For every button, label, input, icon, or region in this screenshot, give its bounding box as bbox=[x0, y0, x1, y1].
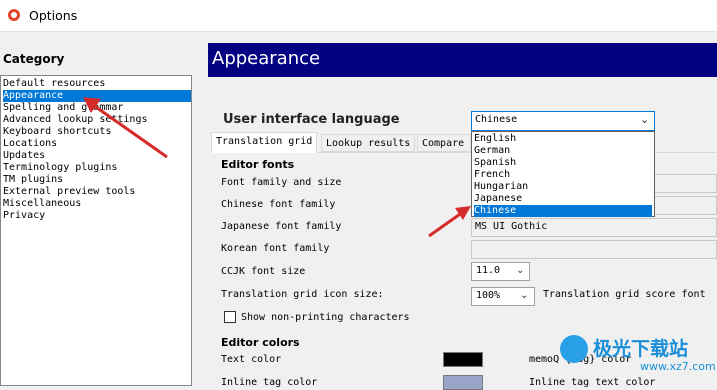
category-item-miscellaneous[interactable]: Miscellaneous bbox=[3, 198, 191, 210]
language-option-english[interactable]: English bbox=[474, 133, 652, 145]
watermark-url: www.xz7.com bbox=[640, 360, 716, 373]
grid-icon-size-value: 100% bbox=[476, 290, 501, 301]
editor-colors-title: Editor colors bbox=[221, 336, 300, 349]
editor-fonts-title: Editor fonts bbox=[221, 158, 295, 171]
watermark-logo-icon bbox=[560, 335, 588, 363]
korean-font-label: Korean font family bbox=[221, 243, 330, 254]
window-title: Options bbox=[29, 8, 78, 23]
language-option-german[interactable]: German bbox=[474, 145, 652, 157]
chevron-down-icon[interactable]: ⌄ bbox=[640, 113, 649, 126]
app-icon bbox=[8, 9, 20, 21]
chevron-down-icon: ⌄ bbox=[516, 265, 525, 276]
tab-translation-grid[interactable]: Translation grid bbox=[211, 132, 318, 153]
language-option-french[interactable]: French bbox=[474, 169, 652, 181]
text-color-label: Text color bbox=[221, 354, 282, 365]
category-item-external-preview[interactable]: External preview tools bbox=[3, 186, 191, 198]
ui-language-label: User interface language bbox=[223, 112, 400, 127]
korean-font-field[interactable] bbox=[471, 240, 717, 259]
ui-language-dropdown[interactable]: English German Spanish French Hungarian … bbox=[471, 131, 655, 217]
text-color-swatch[interactable] bbox=[443, 352, 483, 367]
tab-compare[interactable]: Compare bbox=[417, 134, 471, 152]
inline-tag-text-color-label: Inline tag text color bbox=[529, 377, 656, 388]
annotation-arrow-icon bbox=[428, 206, 471, 238]
chinese-font-label: Chinese font family bbox=[221, 199, 336, 210]
language-option-japanese[interactable]: Japanese bbox=[474, 193, 652, 205]
inline-tag-color-swatch[interactable] bbox=[443, 375, 483, 390]
language-option-hungarian[interactable]: Hungarian bbox=[474, 181, 652, 193]
ccjk-font-size-label: CCJK font size bbox=[221, 266, 306, 277]
ccjk-font-size-value: 11.0 bbox=[476, 265, 501, 276]
grid-icon-size-label: Translation grid icon size: bbox=[221, 289, 384, 300]
japanese-font-value: MS UI Gothic bbox=[475, 221, 548, 232]
language-option-chinese[interactable]: Chinese bbox=[474, 205, 652, 217]
chevron-down-icon: ⌄ bbox=[520, 290, 529, 301]
watermark-text: 极光下载站 bbox=[593, 338, 689, 360]
japanese-font-label: Japanese font family bbox=[221, 221, 342, 232]
category-label: Category bbox=[3, 52, 65, 66]
ui-language-value: Chinese bbox=[475, 114, 518, 125]
inline-tag-color-label: Inline tag color bbox=[221, 377, 318, 388]
tab-lookup-results[interactable]: Lookup results bbox=[321, 134, 416, 152]
annotation-arrow-icon bbox=[83, 97, 168, 159]
category-item-privacy[interactable]: Privacy bbox=[3, 210, 191, 222]
title-bar bbox=[0, 0, 717, 32]
category-item-tm-plugins[interactable]: TM plugins bbox=[3, 174, 191, 186]
show-non-printing-label: Show non-printing characters bbox=[241, 312, 410, 323]
page-title: Appearance bbox=[212, 48, 321, 69]
grid-score-font-label: Translation grid score font bbox=[543, 289, 706, 300]
language-option-spanish[interactable]: Spanish bbox=[474, 157, 652, 169]
show-non-printing-checkbox[interactable] bbox=[224, 311, 236, 323]
font-family-size-label: Font family and size bbox=[221, 177, 342, 188]
